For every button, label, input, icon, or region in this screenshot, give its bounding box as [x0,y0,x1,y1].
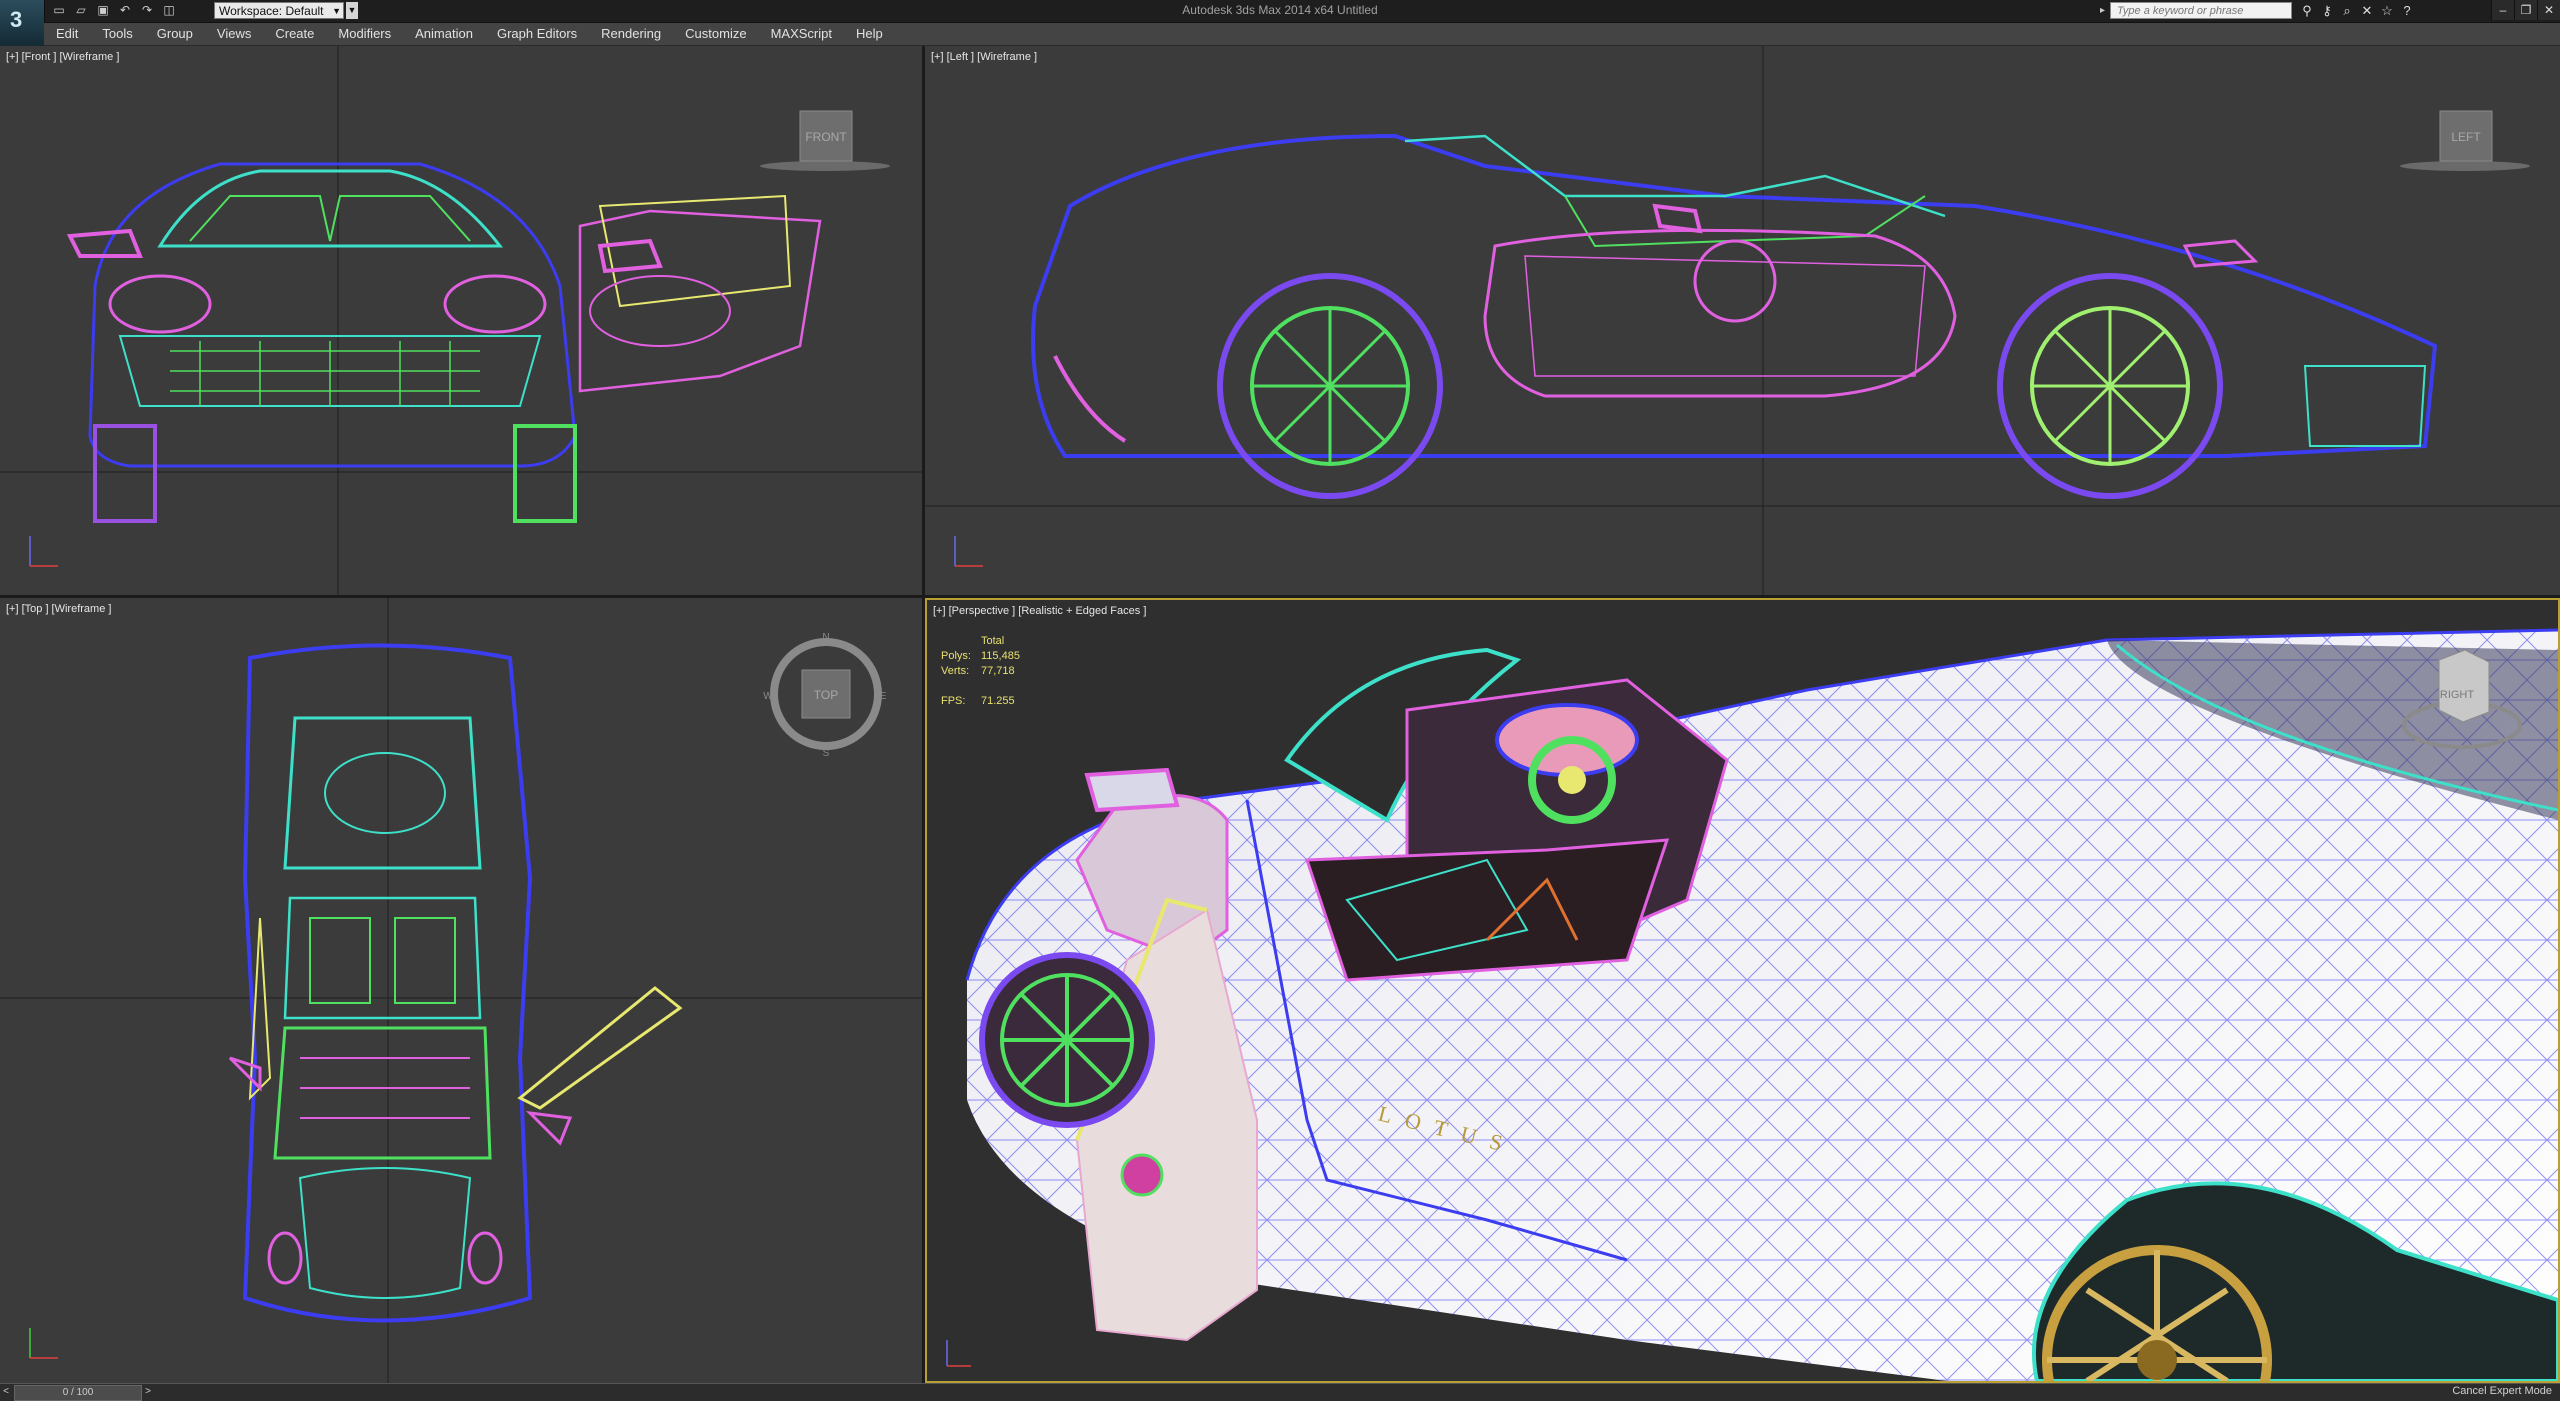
left-wireframe-canvas: LEFT [925,46,2560,595]
app-logo[interactable]: 3 [0,0,45,46]
app-logo-letter: 3 [10,7,23,32]
menu-graph-editors[interactable]: Graph Editors [485,23,589,45]
compass-south: S [823,748,830,759]
search-icon[interactable]: ⌕ [2338,2,2356,19]
viewcube-label: RIGHT [2440,689,2475,701]
open-file-icon[interactable]: ▱ [72,2,90,19]
undo-icon[interactable]: ↶ [116,2,134,19]
viewport-perspective[interactable]: LOTUS RIGHT [+] [Perspective ] [Realisti… [925,598,2560,1383]
menu-bar: Edit Tools Group Views Create Modifiers … [44,23,2560,46]
stats-header: Total [981,635,1005,647]
menu-rendering[interactable]: Rendering [589,23,673,45]
compass-north: N [822,632,829,643]
compass-west: W [763,691,773,702]
viewcube-front-icon[interactable]: FRONT [760,110,890,171]
menu-customize[interactable]: Customize [673,23,758,45]
viewcube-label: FRONT [805,130,847,144]
car-front-wireframe [66,162,822,523]
viewport-left[interactable]: LEFT [+] [Left ] [Wireframe ] [925,46,2560,595]
menu-modifiers[interactable]: Modifiers [326,23,403,45]
status-bar: < 0 / 100 > Cancel Expert Mode [0,1383,2560,1401]
compass-east: E [880,691,887,702]
viewport-splitter-horizontal[interactable] [0,595,2560,598]
key-icon[interactable]: ⚷ [2318,2,2336,19]
new-file-icon[interactable]: ▭ [50,2,68,19]
top-wireframe-canvas: TOP N E S W [0,598,922,1383]
redo-icon[interactable]: ↷ [138,2,156,19]
viewcube-label: TOP [814,688,838,702]
chevron-down-icon: ▼ [332,6,341,16]
car-side-wireframe [1031,133,2438,499]
workspace-dropdown-icon[interactable]: ▼ [346,2,358,19]
viewcube-label: LEFT [2451,130,2481,144]
viewport-top[interactable]: TOP N E S W [+] [Top ] [Wireframe ] [0,598,922,1383]
title-bar: ▭ ▱ ▣ ↶ ↷ ◫ Workspace: Default ▼ ▼ Autod… [0,0,2560,23]
viewport-label-left[interactable]: [+] [Left ] [Wireframe ] [931,51,1037,63]
perspective-shaded-canvas: LOTUS RIGHT [946,628,2558,1381]
scene-statistics: Total Polys: 115,485 Verts: 77,718 FPS: 71.… [941,634,1020,709]
menu-maxscript[interactable]: MAXScript [759,23,844,45]
exchange-icon[interactable]: ✕ [2358,2,2376,19]
car-perspective-model: LOTUS [965,628,2558,1381]
polys-value: 115,485 [981,650,1020,662]
binoculars-icon[interactable]: ⚲ [2298,2,2316,19]
menu-tools[interactable]: Tools [90,23,144,45]
front-wireframe-canvas: FRONT [0,46,922,595]
workspace-selector[interactable]: Workspace: Default ▼ [214,2,344,19]
viewport-splitter-vertical[interactable] [922,46,925,1383]
workspace-label: Workspace: Default [219,4,324,18]
time-slider-prev[interactable]: < [0,1385,12,1399]
axis-tripod-icon [946,1340,971,1367]
search-input[interactable]: Type a keyword or phrase [2110,2,2292,19]
car-top-wireframe [228,643,683,1323]
cancel-expert-mode-button[interactable]: Cancel Expert Mode [2452,1385,2552,1397]
close-icon[interactable]: ✕ [2537,0,2560,20]
axis-tripod-icon [29,536,58,567]
menu-views[interactable]: Views [205,23,263,45]
axis-tripod-icon [29,1328,58,1359]
window-controls: – ❐ ✕ [2491,0,2560,20]
viewcube-left-icon[interactable]: LEFT [2400,110,2530,171]
minimize-icon[interactable]: – [2491,0,2514,20]
time-slider-next[interactable]: > [142,1385,154,1399]
project-folder-icon[interactable]: ◫ [160,2,178,19]
star-icon[interactable]: ☆ [2378,2,2396,19]
time-slider[interactable]: 0 / 100 [14,1385,142,1401]
viewport-label-top[interactable]: [+] [Top ] [Wireframe ] [6,603,111,615]
save-file-icon[interactable]: ▣ [94,2,112,19]
help-icon[interactable]: ? [2398,2,2416,19]
infocenter-toolbar: ⚲ ⚷ ⌕ ✕ ☆ ? [2298,2,2416,19]
viewport-front[interactable]: FRONT [+] [Front ] [Wireframe ] [0,46,922,595]
menu-edit[interactable]: Edit [44,23,90,45]
restore-icon[interactable]: ❐ [2514,0,2537,20]
axis-tripod-icon [954,536,983,567]
fps-value: 71.255 [981,695,1015,707]
viewport-label-front[interactable]: [+] [Front ] [Wireframe ] [6,51,119,63]
menu-create[interactable]: Create [263,23,326,45]
menu-help[interactable]: Help [844,23,895,45]
menu-group[interactable]: Group [145,23,205,45]
verts-label: Verts: [941,665,970,677]
viewport-label-perspective[interactable]: [+] [Perspective ] [Realistic + Edged Fa… [933,605,1146,617]
verts-value: 77,718 [981,665,1015,677]
fps-label: FPS: [941,695,966,707]
polys-label: Polys: [941,650,971,662]
menu-animation[interactable]: Animation [403,23,485,45]
quick-access-toolbar: ▭ ▱ ▣ ↶ ↷ ◫ [50,2,178,19]
viewcube-top-icon[interactable]: TOP N E S W [763,632,886,759]
search-expand-icon[interactable]: ▸ [2100,2,2110,19]
